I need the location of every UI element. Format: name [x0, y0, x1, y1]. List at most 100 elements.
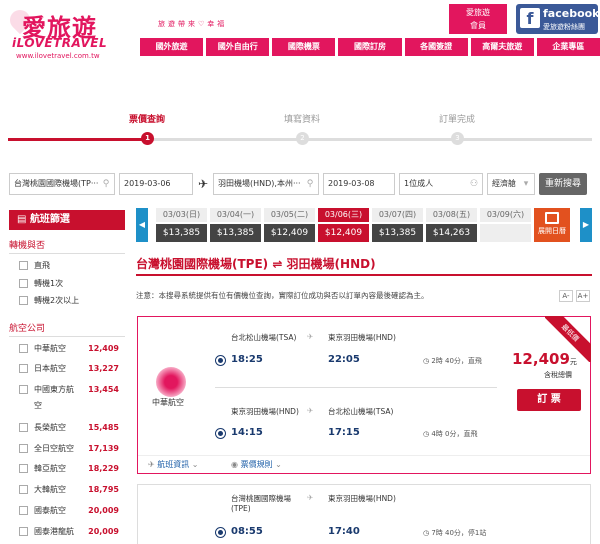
calendar-button[interactable]: 展開日曆 [534, 208, 570, 242]
out-arrive-time: 17:40 [328, 526, 360, 537]
step-search: 票價查詢 1 [107, 112, 187, 145]
checkbox[interactable] [19, 527, 28, 536]
flight-result-card: 台灣桃園國際機場 (TPE) ✈ 東京羽田機場(HND) 08:55 17:40… [137, 484, 591, 544]
date-cell[interactable]: 03/04(一) $13,385 [210, 208, 261, 242]
step-label: 訂單完成 [438, 115, 475, 125]
depart-date-field[interactable]: 2019-03-06 [119, 173, 193, 195]
filter-airline[interactable]: 韓亞航空 18,229 [19, 461, 125, 477]
date-prev-button[interactable]: ◀ [136, 208, 148, 242]
book-button[interactable]: 訂 票 [517, 389, 581, 411]
out-duration: ◷ 2時 40分，直飛 [423, 356, 482, 366]
filter-airline[interactable]: 日本航空 13,227 [19, 361, 125, 377]
main-nav: 國外旅遊 國外自由行 國際機票 國際訂房 各國簽證 高爾夫旅遊 企業專區 [140, 38, 600, 56]
filter-airline[interactable]: 全日空航空 17,139 [19, 441, 125, 457]
facebook-button[interactable]: f facebook 愛旅遊粉絲團 [516, 4, 600, 34]
price: 12,409元 [512, 350, 577, 368]
to-field[interactable]: 羽田機場(HND),本州‧‧‧ ⚲ [213, 173, 319, 195]
out-from-airport-code: (TPE) [231, 504, 251, 513]
location-icon: ⚲ [102, 179, 110, 189]
nav-item[interactable]: 國外旅遊 [140, 38, 204, 56]
font-larger-button[interactable]: A+ [576, 290, 590, 302]
date-label: 03/05(二) [264, 208, 315, 222]
font-smaller-button[interactable]: A- [559, 290, 573, 302]
cabin-value: 經濟艙 [492, 179, 516, 188]
airline-name: 中華航空 [152, 398, 184, 407]
airline-title: 航空公司 [9, 321, 125, 337]
checkbox[interactable] [19, 444, 28, 453]
step-dot: 2 [296, 132, 309, 145]
ret-flight-radio[interactable] [215, 428, 226, 439]
filter-airline[interactable]: 中華航空 12,409 [19, 341, 125, 357]
nav-item[interactable]: 各國簽證 [404, 38, 468, 56]
filter-transfer-direct[interactable]: 直飛 [19, 258, 125, 274]
filter-label: 長榮航空 [34, 423, 66, 432]
date-cell[interactable]: 03/05(二) $12,409 [264, 208, 315, 242]
nav-item[interactable]: 企業專區 [536, 38, 600, 56]
passenger-field[interactable]: 1位成人 ⚇ [399, 173, 483, 195]
depart-date-value: 2019-03-06 [124, 179, 171, 188]
filter-airline[interactable]: 大韓航空 18,795 [19, 482, 125, 498]
checkbox[interactable] [19, 344, 28, 353]
filter-price: 20,009 [88, 527, 119, 536]
out-flight-radio[interactable] [215, 355, 226, 366]
checkbox[interactable] [19, 261, 28, 270]
fare-rules-link[interactable]: 票價規則 [241, 460, 273, 469]
plane-icon: ✈ [307, 406, 314, 415]
step-dot: 1 [141, 132, 154, 145]
filter-airline[interactable]: 國泰航空 20,009 [19, 503, 125, 519]
return-date-field[interactable]: 2019-03-08 [323, 173, 395, 195]
date-cell-selected[interactable]: 03/06(三) $12,409 [318, 208, 369, 242]
checkbox[interactable] [19, 506, 28, 515]
date-next-button[interactable]: ▶ [580, 208, 592, 242]
checkbox[interactable] [19, 364, 28, 373]
date-label: 03/09(六) [480, 208, 531, 222]
filter-label: 轉機1次 [34, 279, 64, 288]
out-flight-radio[interactable] [215, 527, 226, 538]
search-bar: 台灣桃園國際機場(TP‧‧‧ ⚲ 2019-03-06 ✈ 羽田機場(HND),… [9, 172, 591, 196]
checkbox[interactable] [19, 296, 28, 305]
filter-label: 空 [34, 401, 42, 410]
search-button[interactable]: 重新搜尋 [539, 173, 587, 195]
facebook-icon: f [520, 8, 540, 28]
date-label: 03/04(一) [210, 208, 261, 222]
date-cell[interactable]: 03/03(日) $13,385 [156, 208, 207, 242]
filter-airline[interactable]: 長榮航空 15,485 [19, 420, 125, 436]
nav-item[interactable]: 國際機票 [272, 38, 336, 56]
slogan: 旅遊帶來♡幸福 [158, 20, 228, 28]
out-duration-text: 2時 40分，直飛 [431, 357, 482, 365]
steps-track-active [8, 138, 148, 141]
filter-transfer-2[interactable]: 轉機2次以上 [19, 293, 125, 309]
filter-label: 國泰航空 [34, 506, 66, 515]
filter-airline[interactable]: 國泰港龍航 20,009 [19, 524, 125, 540]
out-from-airport: 台灣桃園國際機場 [231, 494, 291, 503]
checkbox[interactable] [19, 485, 28, 494]
location-icon: ⚲ [306, 179, 314, 189]
nav-item[interactable]: 國際訂房 [338, 38, 402, 56]
cabin-select[interactable]: 經濟艙 ▾ [487, 173, 535, 195]
filter-airline[interactable]: 中國東方航 13,454 [19, 382, 125, 398]
plane-icon: ✈ [148, 460, 158, 469]
checkbox[interactable] [19, 279, 28, 288]
date-cell[interactable]: 03/07(四) $13,385 [372, 208, 423, 242]
site-logo[interactable]: 愛旅遊 iLOVETRAVEL www.ilovetravel.com.tw [5, 5, 140, 60]
nav-item[interactable]: 國外自由行 [206, 38, 270, 56]
route-divider [136, 274, 592, 276]
chevron-down-icon: ⌄ [272, 460, 282, 469]
filter-label: 中華航空 [34, 344, 66, 353]
checkbox[interactable] [19, 385, 28, 394]
step-label: 票價查詢 [128, 115, 165, 125]
ret-duration: ◷ 4時 0分，直飛 [423, 429, 477, 439]
filter-header: ▤ 航班篩選 [9, 210, 125, 230]
date-cell[interactable]: 03/09(六) [480, 208, 531, 242]
flight-info-link[interactable]: 航班資訊 [157, 460, 189, 469]
nav-item[interactable]: 高爾夫旅遊 [470, 38, 534, 56]
member-button[interactable]: 愛旅遊 會員 [449, 4, 507, 34]
member-line2: 會員 [470, 21, 486, 30]
checkbox[interactable] [19, 464, 28, 473]
checkbox[interactable] [19, 423, 28, 432]
plane-icon: ✈ [307, 493, 314, 502]
filter-label: 韓亞航空 [34, 464, 66, 473]
filter-transfer-1[interactable]: 轉機1次 [19, 276, 125, 292]
date-cell[interactable]: 03/08(五) $14,263 [426, 208, 477, 242]
from-field[interactable]: 台灣桃園國際機場(TP‧‧‧ ⚲ [9, 173, 115, 195]
